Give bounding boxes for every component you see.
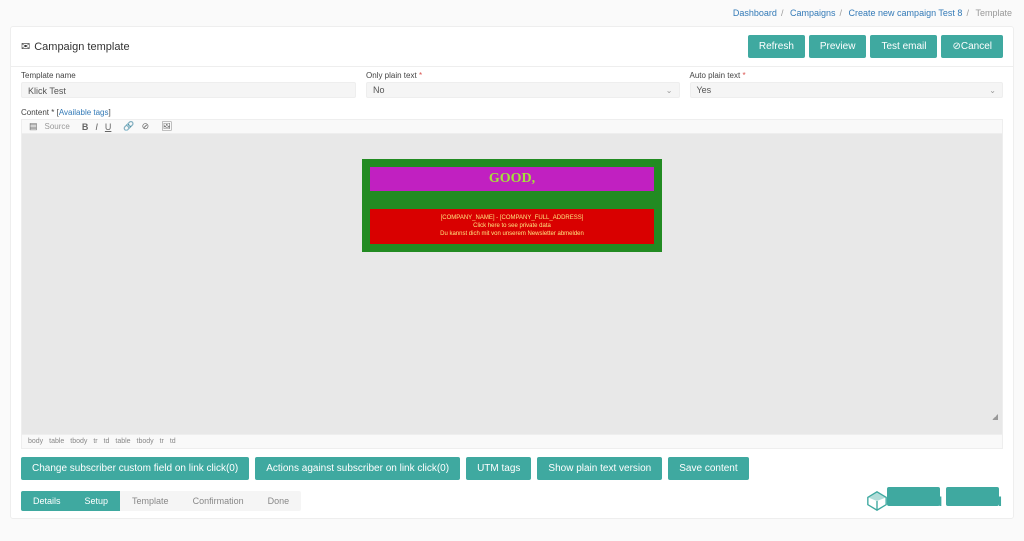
auto-plain-select[interactable]: Yes ⌄ [690,82,1004,98]
chevron-down-icon: ⌄ [989,86,996,95]
template-name-input[interactable]: Klick Test [21,82,356,98]
template-card: ✉ Campaign template Refresh Preview Test… [10,26,1014,519]
breadcrumb-create[interactable]: Create new campaign Test 8 [849,8,963,18]
unlink-icon[interactable]: ⊘ [139,120,153,133]
chevron-down-icon: ⌄ [666,86,673,95]
path-part[interactable]: body [28,438,43,445]
test-email-button[interactable]: Test email [870,35,937,58]
only-plain-select[interactable]: No ⌄ [366,82,680,98]
template-name-group: Template name Klick Test [21,71,356,98]
link-icon[interactable]: 🔗 [120,120,137,133]
step-confirmation[interactable]: Confirmation [181,491,256,511]
breadcrumb-dashboard[interactable]: Dashboard [733,8,777,18]
steps-row: Details Setup Template Confirmation Done… [11,486,1013,518]
email-headline: GOOD, [370,167,654,191]
cancel-button[interactable]: ⊘Cancel [941,35,1003,58]
source-icon[interactable]: ▤ [26,120,41,133]
only-plain-label: Only plain text * [366,71,680,80]
path-part[interactable]: td [104,438,110,445]
content-label: Content * [Available tags] [11,108,1013,117]
content-actions: Change subscriber custom field on link c… [11,451,1013,486]
element-path: body table tbody tr td table tbody tr td [22,434,1002,448]
path-part[interactable]: table [49,438,64,445]
auto-plain-value: Yes [697,85,712,95]
actions-against-subscriber-button[interactable]: Actions against subscriber on link click… [255,457,460,480]
show-plain-text-button[interactable]: Show plain text version [537,457,662,480]
template-name-label: Template name [21,71,356,80]
editor-toolbar: ▤ Source B I U 🔗 ⊘ 🖼 [22,120,1002,134]
save-content-button[interactable]: Save content [668,457,748,480]
card-header: ✉ Campaign template Refresh Preview Test… [11,27,1013,67]
only-plain-value: No [373,85,385,95]
italic-icon[interactable]: I [92,121,101,133]
path-part[interactable]: td [170,438,176,445]
image-icon[interactable]: 🖼 [158,120,175,133]
resize-handle[interactable] [992,414,998,420]
path-part[interactable]: tbody [70,438,87,445]
refresh-button[interactable]: Refresh [748,35,805,58]
step-template[interactable]: Template [120,491,181,511]
email-preview: GOOD, [COMPANY_NAME] - [COMPANY_FULL_ADD… [362,159,662,252]
email-footer: [COMPANY_NAME] - [COMPANY_FULL_ADDRESS] … [370,209,654,244]
footer-line-1: [COMPANY_NAME] - [COMPANY_FULL_ADDRESS] [374,215,650,223]
footer-nav [887,487,999,506]
page-title: ✉ Campaign template [21,40,130,53]
header-actions: Refresh Preview Test email ⊘Cancel [748,35,1003,58]
wizard-steps: Details Setup Template Confirmation Done [21,491,301,511]
preview-button[interactable]: Preview [809,35,867,58]
path-part[interactable]: tr [93,438,97,445]
underline-icon[interactable]: U [102,121,115,133]
path-part[interactable]: tr [160,438,164,445]
step-details[interactable]: Details [21,491,73,511]
prism-icon [866,490,888,512]
source-button[interactable]: Source [42,121,73,132]
editor-canvas[interactable]: GOOD, [COMPANY_NAME] - [COMPANY_FULL_ADD… [22,134,1002,434]
cancel-icon: ⊘ [952,41,960,52]
breadcrumb-template: Template [975,8,1012,18]
path-part[interactable]: tbody [137,438,154,445]
path-part[interactable]: table [115,438,130,445]
breadcrumb-campaigns[interactable]: Campaigns [790,8,836,18]
bold-icon[interactable]: B [79,121,92,133]
wysiwyg-editor: ▤ Source B I U 🔗 ⊘ 🖼 GOOD, [COMPANY_NAME… [21,119,1003,449]
breadcrumb: Dashboard/ Campaigns/ Create new campaig… [0,0,1024,26]
nav-prev-button[interactable] [887,487,940,506]
footer-line-3: Du kannst dich mit von unserem Newslette… [374,231,650,239]
only-plain-group: Only plain text * No ⌄ [366,71,680,98]
available-tags-link[interactable]: Available tags [59,108,109,117]
envelope-icon: ✉ [21,40,30,53]
form-row: Template name Klick Test Only plain text… [11,67,1013,108]
cancel-label: Cancel [961,41,992,52]
change-custom-field-button[interactable]: Change subscriber custom field on link c… [21,457,249,480]
step-done[interactable]: Done [256,491,302,511]
step-setup[interactable]: Setup [73,491,121,511]
auto-plain-label: Auto plain text * [690,71,1004,80]
utm-tags-button[interactable]: UTM tags [466,457,531,480]
footer-line-2: Click here to see private data [374,223,650,231]
auto-plain-group: Auto plain text * Yes ⌄ [690,71,1004,98]
page-title-text: Campaign template [34,41,129,53]
nav-next-button[interactable] [946,487,999,506]
